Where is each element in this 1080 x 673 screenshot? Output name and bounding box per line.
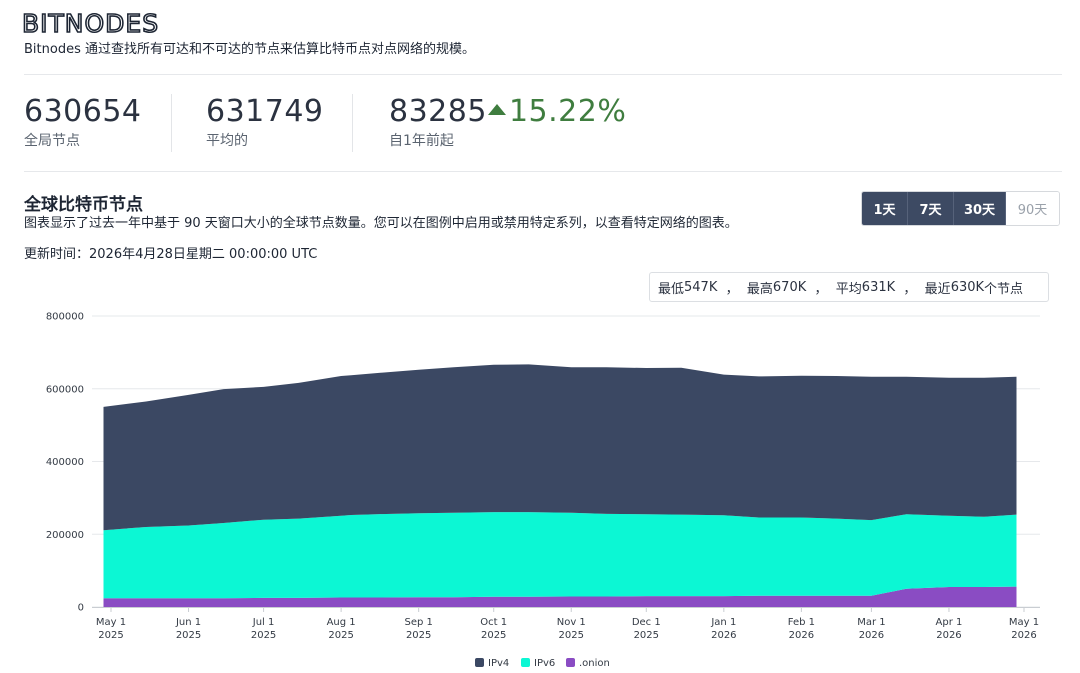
divider [24, 171, 1062, 172]
x-tick-label: Jun 1 [175, 617, 201, 628]
x-tick-year-label: 2025 [559, 630, 584, 641]
summary-max-label: 最高 [746, 281, 773, 297]
x-tick-label: May 1 [96, 617, 126, 628]
range-30d-button[interactable]: 30天 [954, 192, 1006, 225]
summary-max: 670K [772, 279, 807, 295]
y-tick-label: 800000 [46, 312, 84, 323]
nodes-area-chart: 0 200000 400000 600000 800000 May 1 2025 Jun 1 2… [46, 312, 1040, 669]
summary-avg-label: 平均 [835, 281, 862, 297]
stat-global-nodes: 630654 全局节点 [24, 94, 142, 150]
divider [24, 74, 1062, 75]
x-tick-label: Mar 1 [857, 617, 885, 628]
x-tick-label: Apr 1 [936, 617, 963, 628]
y-tick-label: 400000 [46, 457, 84, 468]
x-tick-label: Nov 1 [557, 617, 586, 628]
divider [352, 94, 353, 152]
y-tick-label: 0 [78, 603, 84, 614]
x-tick-year-label: 2026 [936, 630, 961, 641]
x-tick-label: Oct 1 [480, 617, 507, 628]
x-tick-year-label: 2025 [328, 630, 353, 641]
x-tick-label: Sep 1 [404, 617, 432, 628]
summary-avg: 631K [861, 279, 896, 295]
legend-label[interactable]: IPv6 [534, 658, 555, 669]
time-range-selector: 1天 7天 30天 90天 [861, 191, 1060, 226]
series-area-ipv6 [103, 512, 1017, 599]
arrow-up-icon [487, 104, 506, 115]
summary-min-label: 最低 [658, 281, 685, 297]
x-tick-year-label: 2025 [98, 630, 123, 641]
range-7d-button[interactable]: 7天 [908, 192, 954, 225]
stat-label: 全局节点 [24, 133, 80, 149]
summary-min: 547K [684, 279, 718, 295]
section-description: 图表显示了过去一年中基于 90 天窗口大小的全球节点数量。您可以在图例中启用或禁… [24, 216, 738, 231]
stat-value: 631749 [206, 94, 324, 129]
tagline: Bitnodes 通过查找所有可达和不可达的节点来估算比特币点对点网络的规模。 [24, 42, 475, 57]
x-tick-year-label: 2026 [789, 630, 814, 641]
summary-latest: 630K [950, 279, 985, 295]
series-area-ipv4 [103, 364, 1017, 531]
x-tick-year-label: 2025 [406, 630, 431, 641]
x-tick-label: Jan 1 [710, 617, 736, 628]
chart-summary: 最低 547K ， 最高 670K ， 平均 631K ， 最近 630K 个节点 [649, 272, 1049, 302]
stat-value: 630654 [24, 94, 142, 129]
summary-unit: 个节点 [984, 281, 1024, 297]
x-tick-label: Feb 1 [788, 617, 815, 628]
stat-label: 自1年前起 [389, 133, 454, 149]
y-tick-label: 200000 [46, 530, 84, 541]
x-tick-label: Jul 1 [252, 617, 275, 628]
svg-text:BITNODES: BITNODES [22, 10, 159, 36]
legend-label[interactable]: .onion [579, 658, 610, 669]
legend-swatch-ipv4 [475, 658, 484, 667]
summary-latest-label: 最近 [924, 281, 951, 297]
y-tick-label: 600000 [46, 384, 84, 395]
x-tick-label: Aug 1 [327, 617, 356, 628]
x-tick-year-label: 2026 [859, 630, 884, 641]
x-tick-year-label: 2025 [176, 630, 201, 641]
stat-change-1y: 83285 15.22% 自1年前起 [389, 94, 626, 150]
x-tick-year-label: 2025 [251, 630, 276, 641]
legend-label[interactable]: IPv4 [488, 658, 509, 669]
range-90d-button[interactable]: 90天 [1006, 192, 1059, 225]
legend-swatch-onion [566, 658, 575, 667]
range-1d-button[interactable]: 1天 [862, 192, 908, 225]
stat-label: 平均的 [206, 133, 248, 149]
legend-swatch-ipv6 [521, 658, 530, 667]
stat-change-percent: 15.22% [508, 94, 627, 129]
x-tick-year-label: 2025 [634, 630, 659, 641]
x-tick-year-label: 2026 [1011, 630, 1036, 641]
x-tick-year-label: 2025 [481, 630, 506, 641]
updated-timestamp: 更新时间：2026年4月28日星期二 00:00:00 UTC [24, 247, 318, 262]
x-tick-label: May 1 [1009, 617, 1039, 628]
x-tick-label: Dec 1 [632, 617, 661, 628]
x-tick-year-label: 2026 [711, 630, 736, 641]
bitnodes-logo: BITNODES [22, 10, 159, 36]
stat-average: 631749 平均的 [206, 94, 324, 150]
divider [171, 94, 172, 152]
stat-value: 83285 [389, 94, 487, 129]
